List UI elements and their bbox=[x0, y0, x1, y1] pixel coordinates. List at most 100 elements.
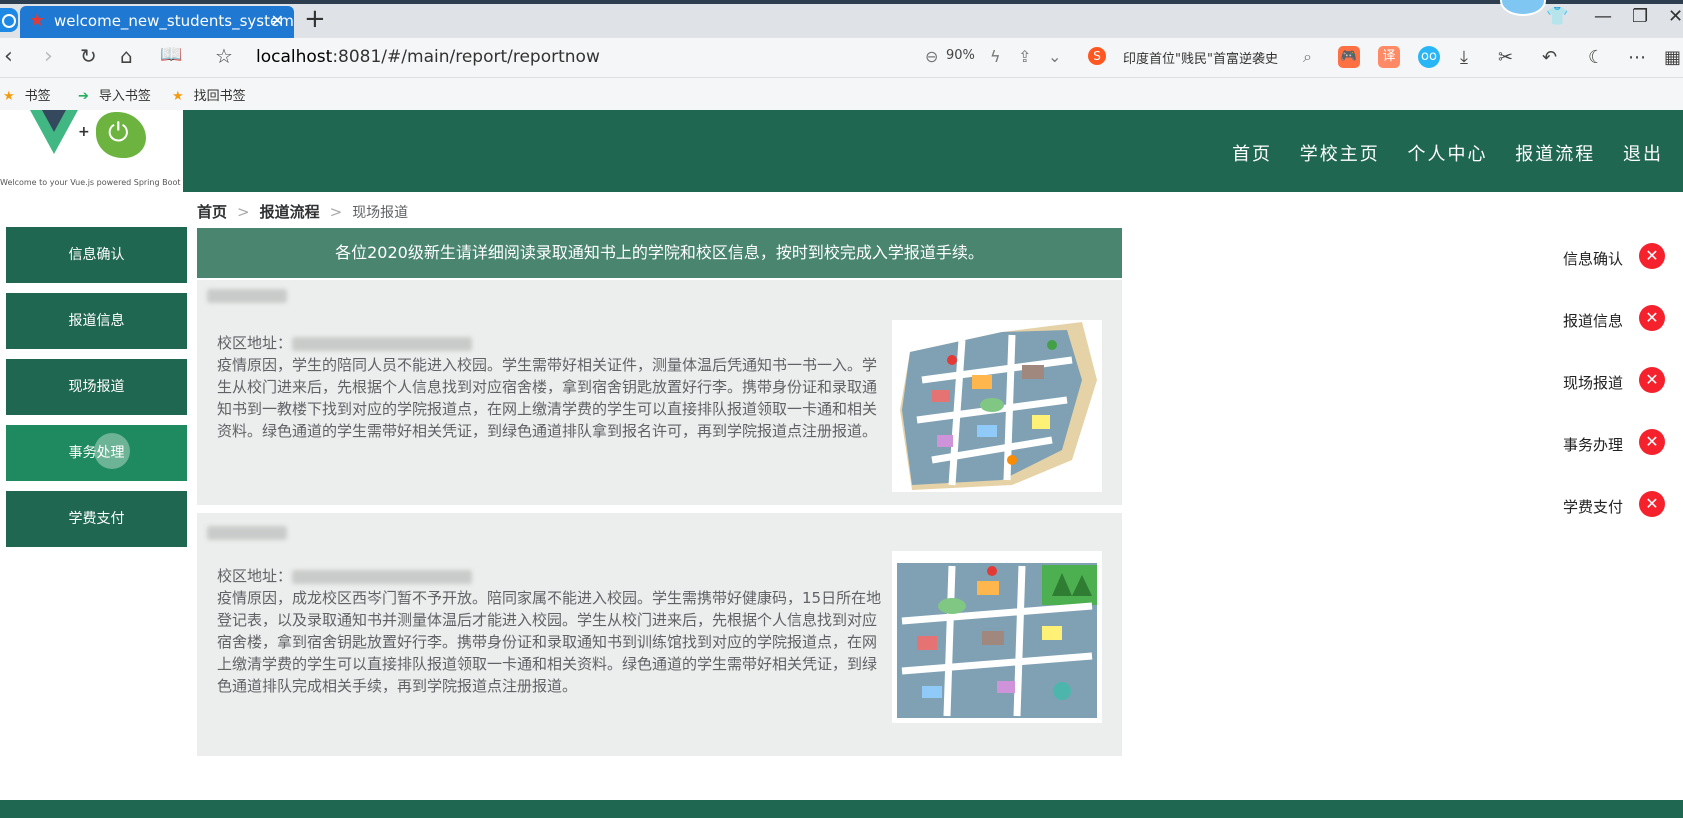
back-icon[interactable]: ‹ bbox=[4, 44, 13, 69]
browser-logo-icon[interactable] bbox=[0, 8, 18, 32]
incomplete-x-icon: ✕ bbox=[1639, 305, 1665, 331]
url-field[interactable]: localhost:8081/#/main/report/reportnow bbox=[256, 47, 600, 67]
sidebar-item-tuition[interactable]: 学费支付 bbox=[6, 491, 187, 547]
status-item: 现场报道 ✕ bbox=[1555, 367, 1675, 395]
incomplete-x-icon: ✕ bbox=[1639, 243, 1665, 269]
hot-search-text[interactable]: 印度首位"贱民"首富逆袭史 bbox=[1123, 48, 1278, 67]
address-blurred bbox=[292, 569, 473, 584]
active-tab[interactable]: ★ welcome_new_students_system ✕ bbox=[20, 6, 294, 38]
campus-description: 疫情原因，成龙校区西岑门暂不予开放。陪同家属不能进入校园。学生需携带好健康码，1… bbox=[217, 589, 882, 695]
zoom-icon[interactable]: ⊖ bbox=[925, 47, 938, 66]
bookmark-item[interactable]: ★ 书签 bbox=[3, 85, 51, 104]
star-icon: ★ bbox=[172, 89, 184, 104]
bookmark-star-icon[interactable]: ☆ bbox=[215, 44, 233, 68]
spring-logo-icon bbox=[96, 112, 146, 158]
undo-icon[interactable]: ↶ bbox=[1542, 47, 1557, 68]
side-menu: 信息确认 报道信息 现场报道 事务处理 学费支付 bbox=[6, 227, 187, 557]
incomplete-x-icon: ✕ bbox=[1639, 367, 1665, 393]
reader-icon[interactable]: 📖 bbox=[160, 44, 182, 65]
nav-school-home[interactable]: 学校主页 bbox=[1300, 144, 1380, 165]
tab-favicon-star-icon: ★ bbox=[29, 10, 46, 31]
share-icon[interactable]: ⇪ bbox=[1018, 47, 1031, 66]
home-icon[interactable]: ⌂ bbox=[120, 44, 133, 68]
restore-icon[interactable]: ❐ bbox=[1632, 6, 1648, 27]
breadcrumb-current: 现场报道 bbox=[352, 205, 409, 221]
campus-card: 校区地址： 疫情原因，成龙校区西岑门暂不予开放。陪同家属不能进入校园。学生需携带… bbox=[197, 513, 1122, 756]
shirt-icon[interactable]: 👕 bbox=[1546, 6, 1568, 27]
breadcrumb-home[interactable]: 首页 bbox=[197, 203, 227, 221]
bookmark-label: 导入书签 bbox=[98, 89, 151, 104]
bookmarks-bar: ★ 书签 ➔ 导入书签 ★ 找回书签 bbox=[0, 78, 1683, 110]
zoom-level[interactable]: 90% bbox=[946, 48, 975, 63]
breadcrumb-section[interactable]: 报道流程 bbox=[260, 203, 320, 221]
star-icon: ★ bbox=[3, 89, 15, 104]
bookmark-label: 找回书签 bbox=[193, 89, 246, 104]
bookmark-item[interactable]: ★ 找回书签 bbox=[172, 85, 246, 104]
campus-description: 疫情原因，学生的陪同人员不能进入校园。学生需带好相关证件，测量体温后凭通知书一书… bbox=[217, 356, 878, 440]
more-icon[interactable]: ⋯ bbox=[1628, 47, 1646, 68]
incomplete-x-icon: ✕ bbox=[1639, 429, 1665, 455]
address-bar: ‹ › ↻ ⌂ 📖 ☆ localhost:8081/#/main/report… bbox=[0, 38, 1683, 78]
grid-icon[interactable]: ▦ bbox=[1664, 47, 1681, 68]
sidebar-item-affairs[interactable]: 事务处理 bbox=[6, 425, 187, 481]
search-engine-icon[interactable]: S bbox=[1088, 47, 1106, 65]
site-logo[interactable]: + Welcome to your Vue.js powered Spring … bbox=[0, 110, 183, 192]
bookmark-item[interactable]: ➔ 导入书签 bbox=[78, 85, 151, 104]
status-label: 报道信息 bbox=[1563, 312, 1624, 330]
status-item: 学费支付 ✕ bbox=[1555, 491, 1675, 519]
status-label: 信息确认 bbox=[1563, 250, 1624, 268]
search-icon[interactable]: ⌕ bbox=[1303, 47, 1312, 67]
chevron-down-icon[interactable]: ⌄ bbox=[1048, 47, 1061, 66]
nav-home[interactable]: 首页 bbox=[1232, 144, 1272, 165]
address-label: 校区地址： bbox=[217, 567, 293, 585]
url-path: :8081/#/main/report/reportnow bbox=[332, 47, 600, 67]
status-label: 学费支付 bbox=[1563, 498, 1624, 516]
breadcrumb-separator-icon: > bbox=[237, 203, 250, 221]
user-avatar[interactable] bbox=[1500, 0, 1546, 16]
window-top-line bbox=[0, 0, 1683, 4]
click-ripple bbox=[94, 433, 130, 469]
translate-icon[interactable]: 译 bbox=[1378, 46, 1400, 68]
status-item: 信息确认 ✕ bbox=[1555, 243, 1675, 271]
forward-icon[interactable]: › bbox=[44, 44, 53, 69]
campus-card: 校区地址： 疫情原因，学生的陪同人员不能进入校园。学生需带好相关证件，测量体温后… bbox=[197, 280, 1122, 505]
game-icon[interactable]: 🎮 bbox=[1338, 46, 1360, 68]
download-icon[interactable]: ⤓ bbox=[1460, 47, 1468, 68]
logo-caption: Welcome to your Vue.js powered Spring Bo… bbox=[0, 178, 183, 187]
bookmark-label: 书签 bbox=[24, 89, 51, 104]
nav-logout[interactable]: 退出 bbox=[1623, 144, 1663, 165]
breadcrumb: 首页 > 报道流程 > 现场报道 bbox=[197, 201, 408, 222]
nav-personal-center[interactable]: 个人中心 bbox=[1408, 144, 1488, 165]
status-item: 事务办理 ✕ bbox=[1555, 429, 1675, 457]
campus-name-blurred bbox=[207, 288, 287, 304]
minimize-icon[interactable]: — bbox=[1594, 6, 1612, 27]
window-close-icon[interactable]: ✕ bbox=[1668, 6, 1683, 27]
campus-name-blurred bbox=[207, 525, 287, 541]
nav-report-process[interactable]: 报道流程 bbox=[1515, 144, 1595, 165]
reload-icon[interactable]: ↻ bbox=[80, 44, 97, 68]
sidebar-item-report-info[interactable]: 报道信息 bbox=[6, 293, 187, 349]
sidebar-item-onsite-report[interactable]: 现场报道 bbox=[6, 359, 187, 415]
status-label: 现场报道 bbox=[1563, 374, 1624, 392]
sidebar-item-info-confirm[interactable]: 信息确认 bbox=[6, 227, 187, 283]
lightning-icon[interactable]: ϟ bbox=[990, 47, 1001, 66]
browser-tab-bar: ★ welcome_new_students_system ✕ + 👕 — ❐ … bbox=[0, 0, 1683, 38]
extension-icon[interactable]: oo bbox=[1418, 46, 1440, 68]
status-label: 事务办理 bbox=[1563, 436, 1624, 454]
campus-address: 校区地址： bbox=[217, 565, 473, 586]
incomplete-x-icon: ✕ bbox=[1639, 491, 1665, 517]
scissors-icon[interactable]: ✂ bbox=[1498, 47, 1513, 68]
night-mode-icon[interactable]: ☾ bbox=[1588, 47, 1604, 68]
breadcrumb-separator-icon: > bbox=[329, 203, 343, 221]
top-nav: 首页 学校主页 个人中心 报道流程 退出 bbox=[1232, 140, 1683, 166]
tab-title: welcome_new_students_system bbox=[54, 12, 294, 30]
new-tab-button[interactable]: + bbox=[304, 4, 326, 34]
url-host: localhost bbox=[256, 47, 333, 67]
import-icon: ➔ bbox=[78, 89, 89, 104]
campus-map-image bbox=[892, 320, 1102, 492]
vue-logo-inner bbox=[42, 110, 66, 132]
address-blurred bbox=[292, 336, 473, 351]
campus-map-image bbox=[892, 551, 1102, 723]
notice-banner: 各位2020级新生请详细阅读录取通知书上的学院和校区信息，按时到校完成入学报道手… bbox=[197, 228, 1122, 278]
tab-close-icon[interactable]: ✕ bbox=[271, 6, 284, 36]
